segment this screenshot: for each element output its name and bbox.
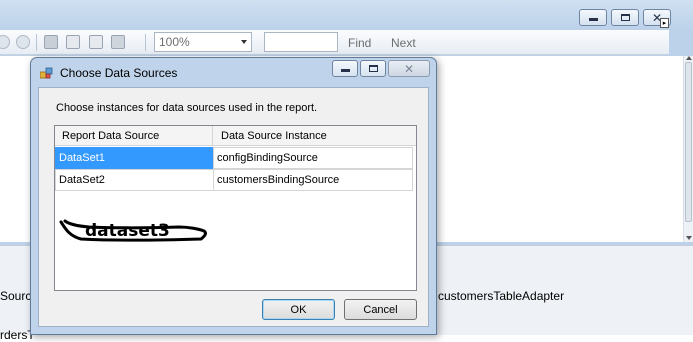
maximize-icon (620, 14, 630, 21)
minimize-button[interactable] (579, 9, 607, 26)
find-input[interactable] (264, 32, 338, 52)
dialog-titlebar[interactable]: Choose Data Sources ✕ (31, 58, 436, 88)
cancel-button[interactable]: Cancel (344, 299, 417, 320)
refresh-icon[interactable] (16, 35, 30, 49)
scroll-down-icon[interactable] (686, 236, 692, 240)
dialog-maximize-button[interactable] (360, 60, 386, 77)
close-icon: ✕ (403, 61, 415, 76)
choose-data-sources-dialog: Choose Data Sources ✕ Choose instances f… (30, 57, 437, 335)
page-layout-icon[interactable] (66, 35, 80, 49)
instruction-text: Choose instances for data sources used i… (56, 102, 318, 114)
toolbar-overflow-icon[interactable]: ▸ (660, 18, 669, 28)
window-caption-buttons: ✕ (579, 9, 671, 26)
toolbar-separator (145, 34, 146, 51)
dialog-minimize-button[interactable] (332, 60, 358, 77)
table-row[interactable]: DataSet1 configBindingSource (55, 147, 415, 169)
ok-button[interactable]: OK (262, 299, 335, 320)
tray-item-customers-adapter[interactable]: customersTableAdapter (438, 289, 564, 303)
minimize-icon (588, 18, 598, 21)
back-icon[interactable] (0, 35, 10, 49)
cell-source[interactable]: DataSet2 (55, 169, 214, 191)
annotation-text: dataset3 (85, 221, 170, 241)
cell-instance[interactable]: configBindingSource (213, 147, 413, 169)
dialog-body: Choose instances for data sources used i… (38, 87, 429, 327)
dialog-caption-buttons: ✕ (332, 60, 430, 77)
chevron-down-icon (241, 40, 247, 44)
report-toolbar: 100% Find Next (0, 30, 669, 55)
next-link[interactable]: Next (391, 36, 416, 50)
table-row[interactable]: DataSet2 customersBindingSource (55, 169, 415, 191)
cell-source[interactable]: DataSet1 (55, 147, 214, 169)
scroll-up-icon[interactable] (686, 56, 692, 60)
column-divider (212, 126, 213, 146)
column-header-report-data-source[interactable]: Report Data Source (62, 130, 159, 142)
data-source-grid[interactable]: Report Data Source Data Source Instance … (54, 125, 417, 291)
column-header-data-source-instance[interactable]: Data Source Instance (221, 130, 327, 142)
dialog-title: Choose Data Sources (60, 66, 178, 80)
scroll-thumb[interactable] (685, 62, 692, 222)
maximize-icon (368, 65, 378, 72)
grid-header: Report Data Source Data Source Instance (55, 126, 416, 146)
toolbar-separator (36, 34, 37, 51)
zoom-value: 100% (159, 35, 190, 49)
cell-instance[interactable]: customersBindingSource (213, 169, 413, 191)
export-icon[interactable] (111, 35, 125, 49)
dialog-close-button[interactable]: ✕ (388, 60, 430, 77)
page-setup-icon[interactable] (89, 35, 103, 49)
tray-item-binding-source[interactable]: Sourc (0, 289, 31, 303)
maximize-button[interactable] (611, 9, 639, 26)
print-icon[interactable] (44, 35, 58, 49)
minimize-icon (340, 69, 350, 72)
vertical-scrollbar[interactable] (683, 56, 693, 242)
dialog-app-icon (40, 67, 53, 79)
zoom-select[interactable]: 100% (154, 32, 252, 52)
find-link[interactable]: Find (348, 36, 371, 50)
